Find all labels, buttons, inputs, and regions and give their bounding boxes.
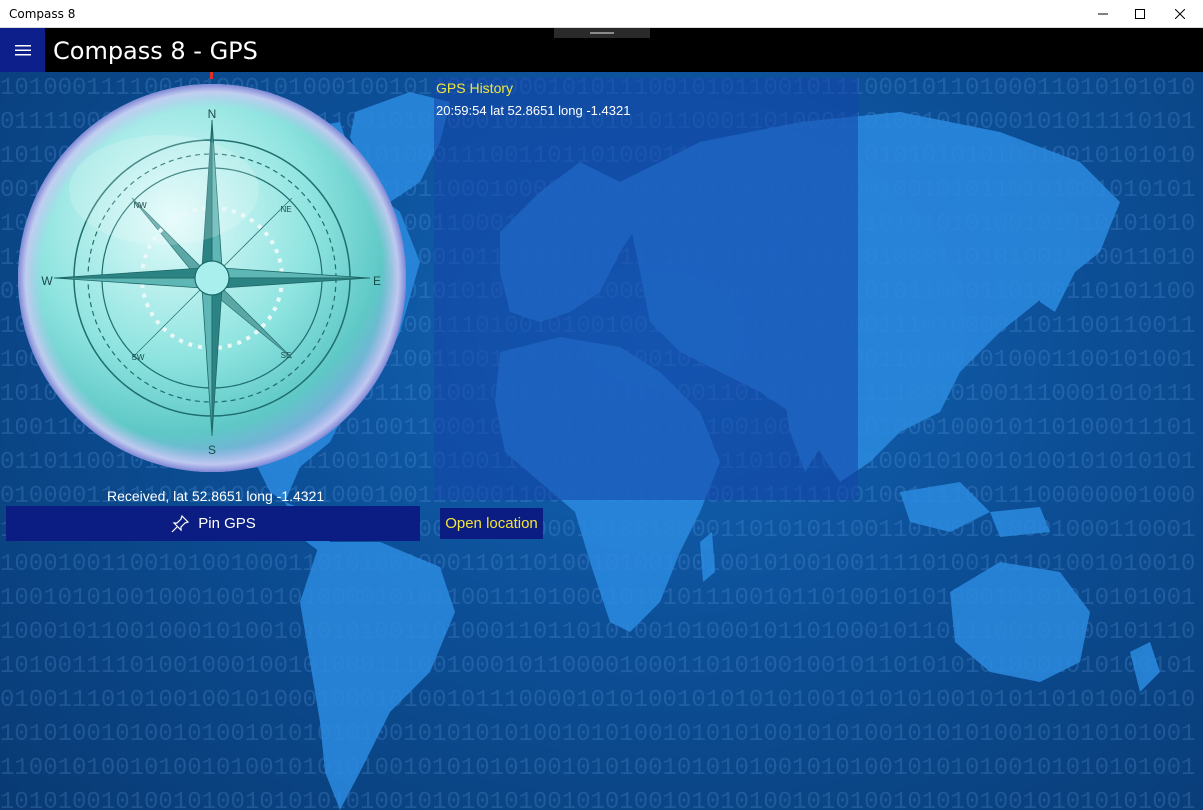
pin-gps-label: Pin GPS	[198, 515, 256, 532]
gps-history-entry: 20:59:54 lat 52.8651 long -1.4321	[436, 103, 631, 118]
heading-marker	[210, 72, 213, 79]
compass-dial[interactable]: N S E W NE NW SE SW	[14, 80, 410, 476]
open-location-button[interactable]: Open location	[440, 508, 543, 539]
menu-button[interactable]	[0, 28, 45, 72]
drag-handle[interactable]	[554, 28, 650, 38]
gps-history-panel	[434, 78, 858, 500]
close-button[interactable]	[1157, 0, 1203, 28]
close-icon	[1175, 9, 1185, 19]
received-status: Received, lat 52.8651 long -1.4321	[107, 488, 325, 504]
compass-label-e: E	[373, 274, 381, 288]
pin-gps-button[interactable]: Pin GPS	[6, 506, 420, 541]
maximize-icon	[1135, 9, 1145, 19]
compass-label-ne: NE	[280, 205, 291, 214]
compass-label-n: N	[208, 107, 217, 121]
gps-history-title: GPS History	[436, 80, 514, 96]
compass-label-sw: SW	[132, 353, 145, 362]
page-title: Compass 8 - GPS	[53, 37, 258, 65]
window-title: Compass 8	[9, 7, 76, 21]
minimize-icon	[1098, 13, 1108, 15]
pin-icon	[170, 514, 190, 534]
compass-label-se: SE	[281, 351, 292, 360]
compass-label-s: S	[208, 443, 216, 457]
compass-label-nw: NW	[133, 201, 147, 210]
compass-label-w: W	[41, 274, 53, 288]
window-titlebar: Compass 8	[0, 0, 1203, 28]
hamburger-icon	[14, 45, 31, 56]
